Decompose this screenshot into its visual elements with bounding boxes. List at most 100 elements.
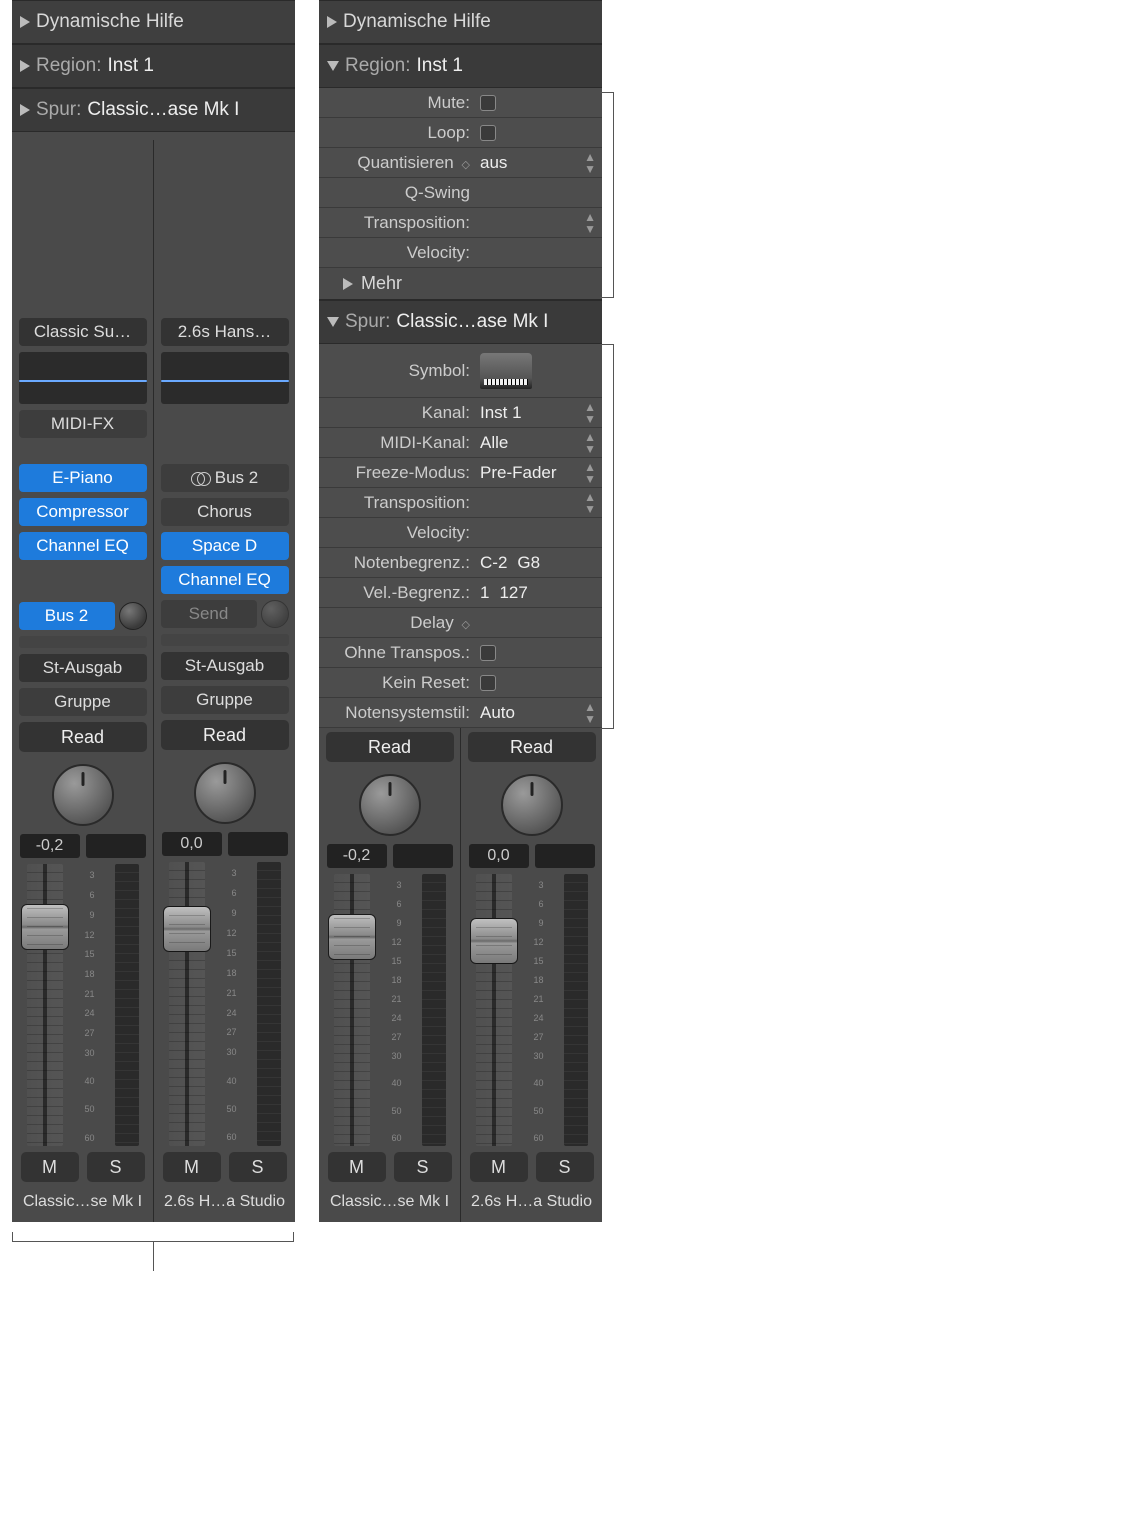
insert-slot[interactable]: Compressor — [19, 498, 147, 526]
channel-strips: Read -0,2 36 912 1518 2124 2730 4050 60 — [319, 728, 602, 1222]
param-label: Loop: — [319, 123, 474, 143]
setting-slot[interactable]: Classic Su… — [19, 318, 147, 346]
peak-readout[interactable] — [228, 832, 288, 856]
mute-button[interactable]: M — [163, 1152, 221, 1182]
param-row-note-limit[interactable]: Notenbegrenz.: C-2 G8 — [319, 548, 602, 578]
param-row-staff-style[interactable]: Notensystemstil: Auto — [319, 698, 602, 728]
instrument-slot[interactable]: E-Piano — [19, 464, 147, 492]
fader-cap[interactable] — [163, 906, 211, 952]
mute-button[interactable]: M — [470, 1152, 528, 1182]
param-row-quantize[interactable]: Quantisieren ◇ aus — [319, 148, 602, 178]
param-value-high[interactable]: 127 — [499, 583, 527, 603]
send-level-knob[interactable] — [261, 600, 289, 628]
automation-mode-button[interactable]: Read — [468, 732, 596, 762]
fader-cap[interactable] — [328, 914, 376, 960]
insert-slot[interactable]: Channel EQ — [19, 532, 147, 560]
send-slot[interactable]: Send — [161, 600, 257, 628]
param-row-transposition[interactable]: Transposition: — [319, 208, 602, 238]
mute-button[interactable]: M — [328, 1152, 386, 1182]
send-empty[interactable] — [161, 634, 289, 646]
fader-cap[interactable] — [21, 904, 69, 950]
checkbox[interactable] — [480, 125, 496, 141]
checkbox[interactable] — [480, 675, 496, 691]
fader-cap[interactable] — [470, 918, 518, 964]
insert-slot[interactable]: Channel EQ — [161, 566, 289, 594]
gain-readout[interactable]: 0,0 — [469, 844, 529, 868]
param-row-qswing[interactable]: Q-Swing — [319, 178, 602, 208]
volume-fader[interactable] — [334, 874, 370, 1146]
param-row-loop[interactable]: Loop: — [319, 118, 602, 148]
param-value: Auto — [480, 703, 515, 723]
peak-readout[interactable] — [86, 834, 146, 858]
solo-button[interactable]: S — [394, 1152, 452, 1182]
pan-knob[interactable] — [52, 764, 114, 826]
gain-readout[interactable]: 0,0 — [162, 832, 222, 856]
stepper-icon[interactable] — [584, 491, 596, 515]
gain-readout[interactable]: -0,2 — [327, 844, 387, 868]
stepper-icon[interactable] — [584, 701, 596, 725]
stepper-icon[interactable] — [584, 211, 596, 235]
volume-fader[interactable] — [27, 864, 63, 1146]
help-header[interactable]: Dynamische Hilfe — [319, 0, 602, 44]
param-row-no-transpose[interactable]: Ohne Transpos.: — [319, 638, 602, 668]
send-level-knob[interactable] — [119, 602, 147, 630]
param-value-high[interactable]: G8 — [517, 553, 540, 573]
output-slot[interactable]: St-Ausgab — [161, 652, 289, 680]
param-row-midi-kanal[interactable]: MIDI-Kanal: Alle — [319, 428, 602, 458]
midifx-slot[interactable]: MIDI-FX — [19, 410, 147, 438]
param-value-low[interactable]: C-2 — [480, 553, 507, 573]
group-slot[interactable]: Gruppe — [19, 688, 147, 716]
stepper-icon[interactable] — [584, 461, 596, 485]
send-slot[interactable]: Bus 2 — [19, 602, 115, 630]
pan-knob[interactable] — [359, 774, 421, 836]
volume-fader[interactable] — [169, 862, 205, 1146]
peak-readout[interactable] — [393, 844, 453, 868]
solo-button[interactable]: S — [536, 1152, 594, 1182]
aux-input-slot[interactable]: Bus 2 — [161, 464, 289, 492]
group-slot[interactable]: Gruppe — [161, 686, 289, 714]
region-header[interactable]: Region: Inst 1 — [12, 44, 295, 88]
automation-mode-button[interactable]: Read — [326, 732, 454, 762]
param-row-delay[interactable]: Delay ◇ — [319, 608, 602, 638]
pan-knob[interactable] — [501, 774, 563, 836]
piano-icon[interactable] — [480, 353, 532, 389]
insert-slot[interactable]: Chorus — [161, 498, 289, 526]
checkbox[interactable] — [480, 95, 496, 111]
param-row-mute[interactable]: Mute: — [319, 88, 602, 118]
mute-button[interactable]: M — [21, 1152, 79, 1182]
automation-mode-button[interactable]: Read — [19, 722, 147, 752]
insert-slot[interactable]: Space D — [161, 532, 289, 560]
checkbox[interactable] — [480, 645, 496, 661]
pan-knob[interactable] — [194, 762, 256, 824]
param-row-kanal[interactable]: Kanal: Inst 1 — [319, 398, 602, 428]
solo-button[interactable]: S — [87, 1152, 145, 1182]
param-row-no-reset[interactable]: Kein Reset: — [319, 668, 602, 698]
track-header[interactable]: Spur: Classic…ase Mk I — [12, 88, 295, 132]
param-value-low[interactable]: 1 — [480, 583, 489, 603]
setting-slot[interactable]: 2.6s Hans… — [161, 318, 289, 346]
send-empty[interactable] — [19, 636, 147, 648]
volume-fader[interactable] — [476, 874, 512, 1146]
fader-area: 36 912 1518 2124 2730 4050 60 — [161, 862, 289, 1146]
param-row-transposition[interactable]: Transposition: — [319, 488, 602, 518]
eq-thumbnail[interactable] — [161, 352, 289, 404]
help-label: Dynamische Hilfe — [36, 11, 184, 33]
param-row-vel-limit[interactable]: Vel.-Begrenz.: 1 127 — [319, 578, 602, 608]
param-row-velocity[interactable]: Velocity: — [319, 518, 602, 548]
region-header[interactable]: Region: Inst 1 — [319, 44, 602, 88]
automation-mode-button[interactable]: Read — [161, 720, 289, 750]
param-row-symbol[interactable]: Symbol: — [319, 344, 602, 398]
output-slot[interactable]: St-Ausgab — [19, 654, 147, 682]
peak-readout[interactable] — [535, 844, 595, 868]
stepper-icon[interactable] — [584, 431, 596, 455]
param-row-velocity[interactable]: Velocity: — [319, 238, 602, 268]
param-row-freeze[interactable]: Freeze-Modus: Pre-Fader — [319, 458, 602, 488]
help-header[interactable]: Dynamische Hilfe — [12, 0, 295, 44]
solo-button[interactable]: S — [229, 1152, 287, 1182]
param-row-more[interactable]: Mehr — [319, 268, 602, 300]
eq-thumbnail[interactable] — [19, 352, 147, 404]
gain-readout[interactable]: -0,2 — [20, 834, 80, 858]
track-header[interactable]: Spur: Classic…ase Mk I — [319, 300, 602, 344]
stepper-icon[interactable] — [584, 401, 596, 425]
stepper-icon[interactable] — [584, 151, 596, 175]
